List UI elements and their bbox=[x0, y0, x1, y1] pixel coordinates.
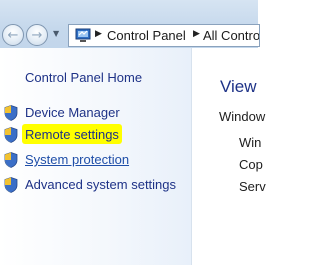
task-advanced-system-settings[interactable]: Advanced system settings bbox=[0, 175, 191, 195]
info-line: Cop bbox=[239, 157, 263, 172]
breadcrumb-separator-icon[interactable]: ▶ bbox=[95, 28, 102, 39]
control-panel-home-link[interactable]: Control Panel Home bbox=[25, 70, 142, 85]
forward-button[interactable]: → bbox=[26, 24, 48, 46]
breadcrumb-separator-icon[interactable]: ▶ bbox=[193, 28, 200, 39]
breadcrumb-control-panel[interactable]: Control Panel bbox=[107, 28, 186, 43]
task-remote-settings[interactable]: Remote settings bbox=[0, 125, 191, 145]
uac-shield-icon bbox=[4, 127, 18, 143]
forward-arrow-icon: → bbox=[31, 27, 43, 43]
uac-shield-icon bbox=[4, 105, 18, 121]
info-line: Serv bbox=[239, 179, 266, 194]
address-bar[interactable]: ▶ Control Panel ▶ All Control bbox=[68, 24, 260, 47]
section-heading: Window bbox=[219, 109, 266, 124]
uac-shield-icon bbox=[4, 177, 18, 193]
uac-shield-icon bbox=[4, 152, 18, 168]
task-label: Advanced system settings bbox=[25, 177, 177, 192]
control-panel-icon bbox=[75, 28, 91, 42]
task-label: Device Manager bbox=[25, 105, 120, 120]
page-title: View bbox=[220, 77, 257, 96]
task-label: System protection bbox=[25, 152, 130, 167]
main-content: View Window Win Cop Serv bbox=[192, 48, 266, 265]
chevron-down-icon: ▼ bbox=[53, 29, 60, 38]
task-system-protection[interactable]: System protection bbox=[0, 150, 191, 170]
recent-pages-dropdown[interactable]: ▼ bbox=[53, 29, 59, 38]
breadcrumb-all-control-panel[interactable]: All Control bbox=[203, 28, 259, 43]
back-arrow-icon: ← bbox=[7, 27, 19, 43]
task-device-manager[interactable]: Device Manager bbox=[0, 103, 191, 123]
back-button[interactable]: ← bbox=[2, 24, 24, 46]
info-line: Win bbox=[239, 135, 262, 150]
task-label: Remote settings bbox=[25, 127, 119, 142]
